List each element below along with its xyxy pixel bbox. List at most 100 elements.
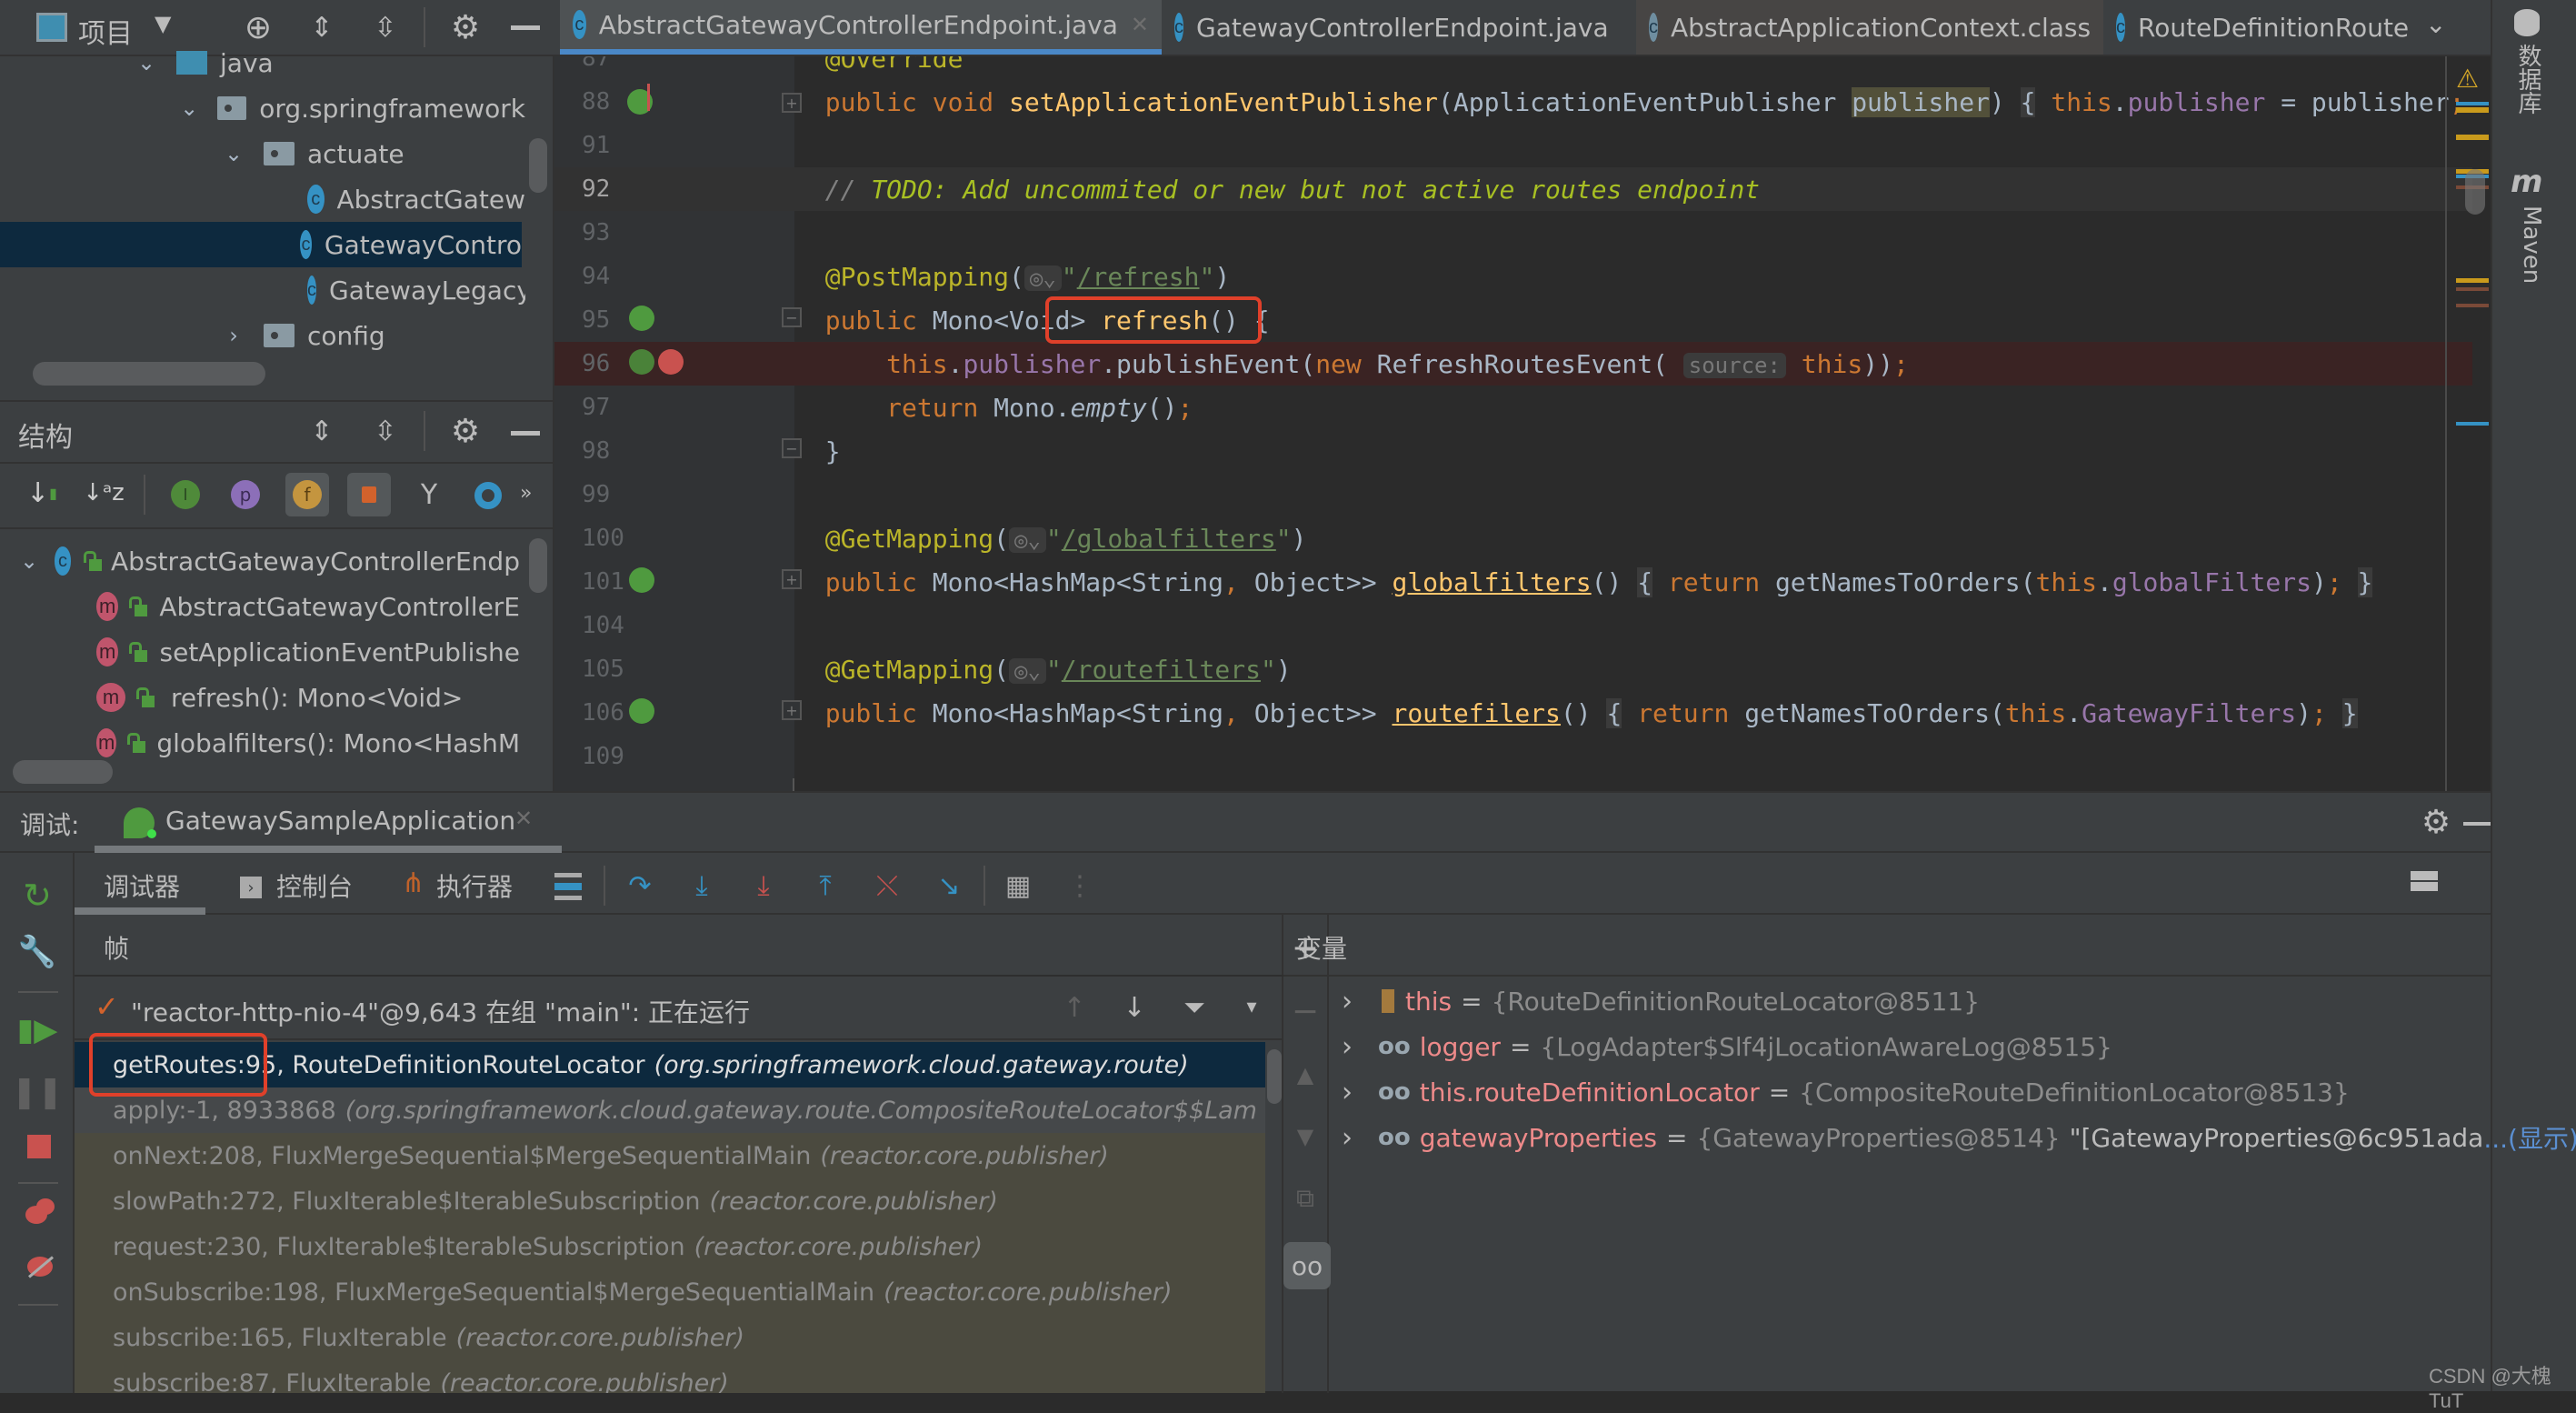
- code-line[interactable]: 104: [554, 604, 2491, 647]
- stack-frame[interactable]: subscribe:165, FluxIterable (reactor.core…: [75, 1315, 1265, 1360]
- expand-all-icon[interactable]: ⇕: [304, 413, 340, 449]
- show-lambdas-icon[interactable]: Y: [411, 476, 447, 513]
- marker[interactable]: [2456, 422, 2489, 426]
- marker[interactable]: [2456, 278, 2489, 283]
- marker[interactable]: [2456, 304, 2489, 307]
- show-more-link[interactable]: ...(显示): [2483, 1119, 2576, 1156]
- view-dropdown-chevron-icon[interactable]: ▼: [155, 11, 171, 36]
- stack-frame[interactable]: slowPath:272, FluxIterable$IterableSubsc…: [75, 1178, 1265, 1224]
- vertical-scrollbar[interactable]: [529, 538, 547, 593]
- code-line[interactable]: 97 return Mono.empty();: [554, 386, 2491, 429]
- horizontal-scrollbar[interactable]: [33, 362, 265, 386]
- force-step-into-icon[interactable]: ⤓: [744, 866, 784, 906]
- variable-row[interactable]: › oo logger = {LogAdapter$Slf4jLocationAware…: [1329, 1024, 2112, 1069]
- marker[interactable]: [2456, 135, 2489, 140]
- database-icon[interactable]: [2514, 9, 2540, 36]
- variable-row[interactable]: › oo gatewayProperties = {GatewayProperties@…: [1329, 1115, 2576, 1160]
- fold-icon[interactable]: +: [782, 569, 802, 589]
- tab-abstract-application-context[interactable]: c AbstractApplicationContext.class ✕: [1636, 0, 2103, 55]
- show-execution-point-icon[interactable]: [554, 873, 582, 900]
- marker[interactable]: [2456, 287, 2489, 291]
- tab-gateway-controller-endpoint[interactable]: c GatewayControllerEndpoint.java ✕: [1162, 0, 1616, 55]
- stack-frame[interactable]: onNext:208, FluxMergeSequential$MergeSeq…: [75, 1133, 1265, 1178]
- code-editor[interactable]: 87 @Override 88 public void setApplicatio…: [554, 56, 2491, 791]
- chevron-right-icon[interactable]: ›: [1329, 1077, 1365, 1108]
- layout-settings-icon[interactable]: [2411, 871, 2438, 891]
- stack-frame[interactable]: onSubscribe:198, FluxMergeSequential$Mer…: [75, 1269, 1265, 1315]
- code-line[interactable]: 95 public Mono<Void> refresh() {: [554, 298, 2491, 342]
- warning-icon[interactable]: ⚠: [2456, 64, 2479, 94]
- tab-console[interactable]: 控制台: [276, 867, 353, 904]
- vertical-scrollbar[interactable]: [529, 138, 547, 193]
- chevron-down-icon[interactable]: ⌄: [20, 548, 38, 574]
- code-line[interactable]: 98 }: [554, 429, 2491, 473]
- thread-selector[interactable]: ✓ "reactor-http-nio-4"@9,643 在组 "main": …: [75, 977, 1283, 1040]
- show-inherited-icon[interactable]: I: [171, 480, 200, 509]
- chevron-down-icon[interactable]: ⌄: [178, 95, 200, 121]
- run-to-cursor-icon[interactable]: ↘: [929, 866, 969, 906]
- structure-member[interactable]: m refresh(): Mono<Void>: [96, 675, 520, 720]
- anonymous-classes-icon[interactable]: [474, 482, 502, 509]
- structure-root[interactable]: ⌄ c AbstractGatewayControllerEndp: [11, 538, 520, 584]
- code-line[interactable]: 100 @GetMapping(◎⌄ "/globalfilters"): [554, 516, 2491, 560]
- debug-session-tab[interactable]: GatewaySampleApplication: [165, 806, 515, 836]
- horizontal-scrollbar[interactable]: [13, 760, 113, 784]
- code-line[interactable]: 106 public Mono<HashMap<String, Object>>…: [554, 691, 2491, 735]
- evaluate-expression-icon[interactable]: ▦: [998, 866, 1038, 906]
- fold-icon[interactable]: +: [782, 700, 802, 720]
- stack-frame[interactable]: request:230, FluxIterable$IterableSubscr…: [75, 1224, 1265, 1269]
- tree-item-actuate[interactable]: ⌄ actuate: [7, 131, 525, 176]
- sort-by-visibility-icon[interactable]: ↓ ▮: [24, 473, 60, 513]
- web-endpoint-icon[interactable]: [629, 567, 654, 593]
- filter-icon[interactable]: ⏷: [1176, 989, 1213, 1026]
- tab-abstract-gateway-controller-endpoint[interactable]: c AbstractGatewayControllerEndpoint.java…: [560, 0, 1162, 55]
- code-line[interactable]: 93: [554, 211, 2491, 255]
- code-line[interactable]: 87 @Override: [554, 56, 2491, 80]
- chevron-down-icon[interactable]: ⌄: [135, 50, 158, 75]
- tree-item-class[interactable]: c AbstractGatew: [7, 176, 525, 222]
- tree-item-java[interactable]: ⌄ java: [7, 40, 525, 85]
- stop-icon[interactable]: [27, 1135, 51, 1158]
- tree-item-org-springframework[interactable]: ⌄ org.springframework: [7, 85, 525, 131]
- more-dropdown-icon[interactable]: ▾: [1238, 993, 1265, 1020]
- thread-label[interactable]: "reactor-http-nio-4"@9,643 在组 "main": 正在…: [131, 993, 750, 1029]
- marker[interactable]: [2456, 107, 2489, 113]
- stack-frame[interactable]: subscribe:87, FluxIterable (reactor.core.…: [75, 1360, 1265, 1393]
- show-watches-toggle-icon[interactable]: oo: [1283, 1242, 1331, 1289]
- tab-route-definition-route-locator[interactable]: c RouteDefinitionRoute: [2103, 0, 2409, 55]
- variable-row[interactable]: › this = {RouteDefinitionRouteLocator@8511}: [1329, 978, 1980, 1024]
- chevron-right-icon[interactable]: ›: [1329, 1031, 1365, 1063]
- web-endpoint-icon[interactable]: [629, 349, 654, 375]
- tab-actuator[interactable]: 执行器: [436, 867, 513, 904]
- code-line[interactable]: 92 // TODO: Add uncommited or new but no…: [554, 167, 2491, 211]
- structure-member[interactable]: m globalfilters(): Mono<HashM: [96, 720, 520, 766]
- fold-icon[interactable]: −: [782, 438, 802, 458]
- minimize-icon[interactable]: [2463, 822, 2491, 826]
- frames-scrollbar[interactable]: [1267, 1049, 1282, 1104]
- step-out-icon[interactable]: ⤒: [805, 866, 845, 906]
- chevron-down-icon[interactable]: ⌄: [222, 141, 245, 166]
- code-line[interactable]: 91: [554, 124, 2491, 167]
- show-non-public-button[interactable]: [347, 473, 391, 516]
- code-line[interactable]: 96 this.publisher.publishEvent(new Refre…: [554, 342, 2491, 386]
- tree-item-config[interactable]: › config: [7, 313, 525, 358]
- fold-icon[interactable]: +: [782, 93, 802, 113]
- step-into-icon[interactable]: ⤓: [682, 866, 722, 906]
- close-icon[interactable]: ✕: [1131, 12, 1149, 37]
- next-frame-arrow-icon[interactable]: ↓: [1116, 989, 1153, 1026]
- code-line[interactable]: 99: [554, 473, 2491, 516]
- tab-debugger[interactable]: 调试器: [104, 867, 180, 904]
- code-line[interactable]: 88 public void setApplicationEventPublis…: [554, 80, 2491, 124]
- structure-member[interactable]: m setApplicationEventPublishe: [96, 629, 520, 675]
- close-icon[interactable]: ✕: [514, 806, 533, 831]
- fold-icon[interactable]: −: [782, 307, 802, 327]
- chevron-right-icon[interactable]: ›: [1329, 1122, 1365, 1154]
- code-line[interactable]: 94 @PostMapping(◎⌄ "/refresh"): [554, 255, 2491, 298]
- web-endpoint-icon[interactable]: [629, 698, 654, 724]
- rerun-icon[interactable]: ↻: [16, 875, 58, 917]
- minimize-icon[interactable]: [511, 431, 540, 436]
- breakpoint-icon[interactable]: [658, 349, 684, 375]
- drop-frame-icon[interactable]: ⤬: [867, 866, 907, 906]
- variable-row[interactable]: › oo this.routeDefinitionLocator = {Composit…: [1329, 1069, 2350, 1115]
- gear-icon[interactable]: ⚙: [445, 411, 485, 451]
